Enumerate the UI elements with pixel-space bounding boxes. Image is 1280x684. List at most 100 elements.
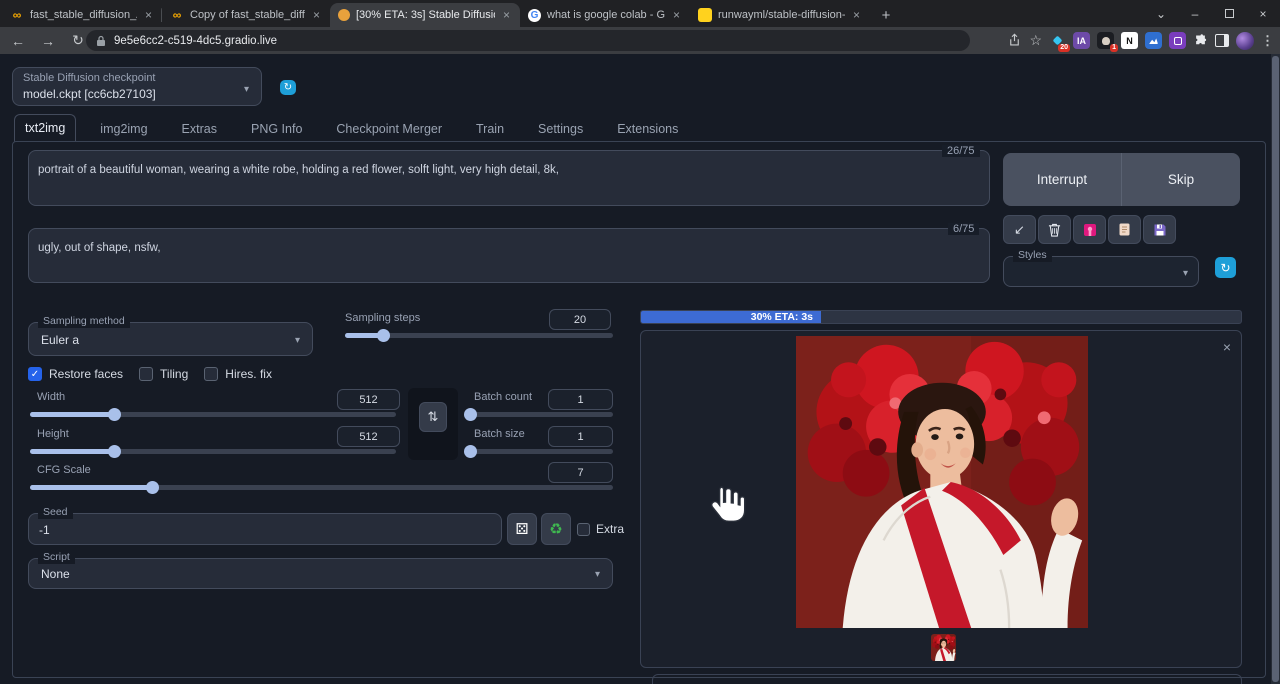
scrollbar-thumb[interactable] bbox=[1272, 56, 1279, 682]
checkbox-checked-icon[interactable]: ✓ bbox=[28, 367, 42, 381]
batch-size-value[interactable]: 1 bbox=[548, 426, 613, 447]
sampling-steps-label: Sampling steps bbox=[345, 312, 420, 324]
sidebar-panel-icon[interactable] bbox=[1215, 34, 1229, 47]
reuse-seed-button[interactable]: ♻ bbox=[541, 513, 571, 545]
paste-generation-params-button[interactable]: ↙ bbox=[1003, 215, 1036, 244]
extension-pin-icon[interactable]: 20 bbox=[1049, 32, 1066, 49]
forward-button[interactable]: → bbox=[36, 29, 60, 53]
tab-close-icon[interactable]: × bbox=[311, 8, 322, 22]
apply-style-button[interactable] bbox=[1108, 215, 1141, 244]
huggingface-icon bbox=[698, 8, 712, 22]
tab-settings[interactable]: Settings bbox=[528, 116, 593, 142]
extension-avatar-icon[interactable]: 1 bbox=[1097, 32, 1114, 49]
clipboard-icon bbox=[1118, 222, 1131, 237]
height-slider[interactable] bbox=[30, 449, 396, 454]
width-slider[interactable] bbox=[30, 412, 396, 417]
progress-text: 30% ETA: 3s bbox=[751, 311, 813, 323]
prompt-text: portrait of a beautiful woman, wearing a… bbox=[38, 164, 559, 176]
height-value[interactable]: 512 bbox=[337, 426, 400, 447]
extensions-puzzle-icon[interactable] bbox=[1193, 33, 1208, 48]
tab-extensions[interactable]: Extensions bbox=[607, 116, 688, 142]
share-icon[interactable] bbox=[1007, 33, 1022, 48]
prompt-textarea[interactable]: portrait of a beautiful woman, wearing a… bbox=[28, 150, 990, 206]
tab-search-icon[interactable]: ⌄ bbox=[1144, 0, 1178, 27]
extra-seed-checkbox[interactable]: Extra bbox=[577, 522, 624, 536]
extension-image-icon[interactable] bbox=[1145, 32, 1162, 49]
window-maximize-button[interactable] bbox=[1212, 0, 1246, 27]
tab-train[interactable]: Train bbox=[466, 116, 514, 142]
tab-checkpoint-merger[interactable]: Checkpoint Merger bbox=[326, 116, 452, 142]
tab-png-info[interactable]: PNG Info bbox=[241, 116, 312, 142]
tab-close-icon[interactable]: × bbox=[501, 8, 512, 22]
bookmark-star-icon[interactable]: ☆ bbox=[1029, 32, 1042, 49]
extension-office-icon[interactable] bbox=[1169, 32, 1186, 49]
script-value: None bbox=[41, 567, 70, 581]
address-bar[interactable]: 9e5e6cc2-c519-4dc5.gradio.live bbox=[86, 30, 970, 51]
sampling-method-dropdown[interactable]: Sampling method Euler a ▾ bbox=[28, 322, 313, 356]
checkbox-unchecked-icon[interactable] bbox=[204, 367, 218, 381]
checkbox-unchecked-icon[interactable] bbox=[577, 523, 590, 536]
dice-icon: ⚄ bbox=[515, 520, 528, 538]
extension-ia-icon[interactable]: IA bbox=[1073, 32, 1090, 49]
styles-refresh-button[interactable]: ↻ bbox=[1215, 257, 1236, 278]
page-scrollbar[interactable] bbox=[1271, 54, 1280, 684]
batch-count-value[interactable]: 1 bbox=[548, 389, 613, 410]
save-style-button[interactable] bbox=[1143, 215, 1176, 244]
window-close-button[interactable]: × bbox=[1246, 0, 1280, 27]
swap-dimensions-button[interactable]: ⇅ bbox=[419, 402, 447, 432]
progress-bar: 30% ETA: 3s bbox=[640, 310, 1242, 324]
extra-networks-button[interactable] bbox=[1073, 215, 1106, 244]
notion-icon[interactable]: N bbox=[1121, 32, 1138, 49]
restore-faces-checkbox[interactable]: ✓ Restore faces bbox=[28, 367, 123, 381]
browser-tab-huggingface[interactable]: runwayml/stable-diffusion-v1 × bbox=[690, 3, 870, 27]
sampling-steps-slider[interactable] bbox=[345, 333, 613, 338]
chevron-down-icon: ▾ bbox=[295, 335, 300, 346]
negative-prompt-text: ugly, out of shape, nsfw, bbox=[38, 242, 161, 254]
cfg-scale-value[interactable]: 7 bbox=[548, 462, 613, 483]
checkbox-unchecked-icon[interactable] bbox=[139, 367, 153, 381]
tab-txt2img[interactable]: txt2img bbox=[14, 114, 76, 142]
browser-tab-colab-1[interactable]: ∞ fast_stable_diffusion_AUTOMA × bbox=[2, 3, 162, 27]
tab-img2img[interactable]: img2img bbox=[90, 116, 157, 142]
checkpoint-dropdown[interactable]: Stable Diffusion checkpoint model.ckpt [… bbox=[12, 67, 262, 106]
gallery-thumbnail[interactable] bbox=[931, 634, 956, 661]
app-tab-nav: txt2img img2img Extras PNG Info Checkpoi… bbox=[14, 114, 688, 142]
tab-close-icon[interactable]: × bbox=[143, 8, 154, 22]
generation-info-panel bbox=[652, 674, 1242, 684]
batch-count-slider[interactable] bbox=[469, 412, 613, 417]
width-label: Width bbox=[37, 391, 65, 403]
sampling-method-label: Sampling method bbox=[38, 315, 130, 328]
random-seed-button[interactable]: ⚄ bbox=[507, 513, 537, 545]
browser-tab-google-search[interactable]: G what is google colab - Googl × bbox=[520, 3, 690, 27]
browser-tab-stable-diffusion[interactable]: [30% ETA: 3s] Stable Diffusion × bbox=[330, 3, 520, 27]
slider-handle[interactable] bbox=[377, 329, 390, 342]
new-tab-button[interactable]: + bbox=[874, 3, 898, 27]
seed-input[interactable]: Seed -1 bbox=[28, 513, 502, 545]
checkpoint-refresh-button[interactable]: ↻ bbox=[280, 80, 296, 95]
profile-avatar[interactable] bbox=[1236, 32, 1254, 50]
skip-button[interactable]: Skip bbox=[1122, 153, 1240, 206]
cfg-scale-slider[interactable] bbox=[30, 485, 613, 490]
menu-kebab-icon[interactable]: ⋮ bbox=[1261, 33, 1274, 49]
batch-size-slider[interactable] bbox=[469, 449, 613, 454]
colab-icon: ∞ bbox=[170, 8, 184, 22]
tab-close-icon[interactable]: × bbox=[671, 8, 682, 22]
tab-extras[interactable]: Extras bbox=[172, 116, 227, 142]
width-value[interactable]: 512 bbox=[337, 389, 400, 410]
tab-close-icon[interactable]: × bbox=[851, 8, 862, 22]
interrupt-button[interactable]: Interrupt bbox=[1003, 153, 1121, 206]
back-button[interactable]: ← bbox=[6, 29, 30, 53]
script-dropdown[interactable]: Script None ▾ bbox=[28, 558, 613, 589]
window-minimize-button[interactable]: – bbox=[1178, 0, 1212, 27]
tab-title: runwayml/stable-diffusion-v1 bbox=[718, 9, 845, 21]
sampling-steps-value[interactable]: 20 bbox=[549, 309, 611, 330]
browser-tab-colab-2[interactable]: ∞ Copy of fast_stable_diffusion_ × bbox=[162, 3, 330, 27]
styles-dropdown[interactable]: Styles ▾ bbox=[1003, 256, 1199, 287]
close-gallery-icon[interactable]: × bbox=[1223, 339, 1231, 355]
generated-image[interactable] bbox=[796, 336, 1088, 628]
hires-fix-checkbox[interactable]: Hires. fix bbox=[204, 367, 272, 381]
negative-prompt-textarea[interactable]: ugly, out of shape, nsfw, bbox=[28, 228, 990, 283]
clear-prompt-button[interactable] bbox=[1038, 215, 1071, 244]
tiling-checkbox[interactable]: Tiling bbox=[139, 367, 188, 381]
batch-count-label: Batch count bbox=[474, 391, 532, 403]
